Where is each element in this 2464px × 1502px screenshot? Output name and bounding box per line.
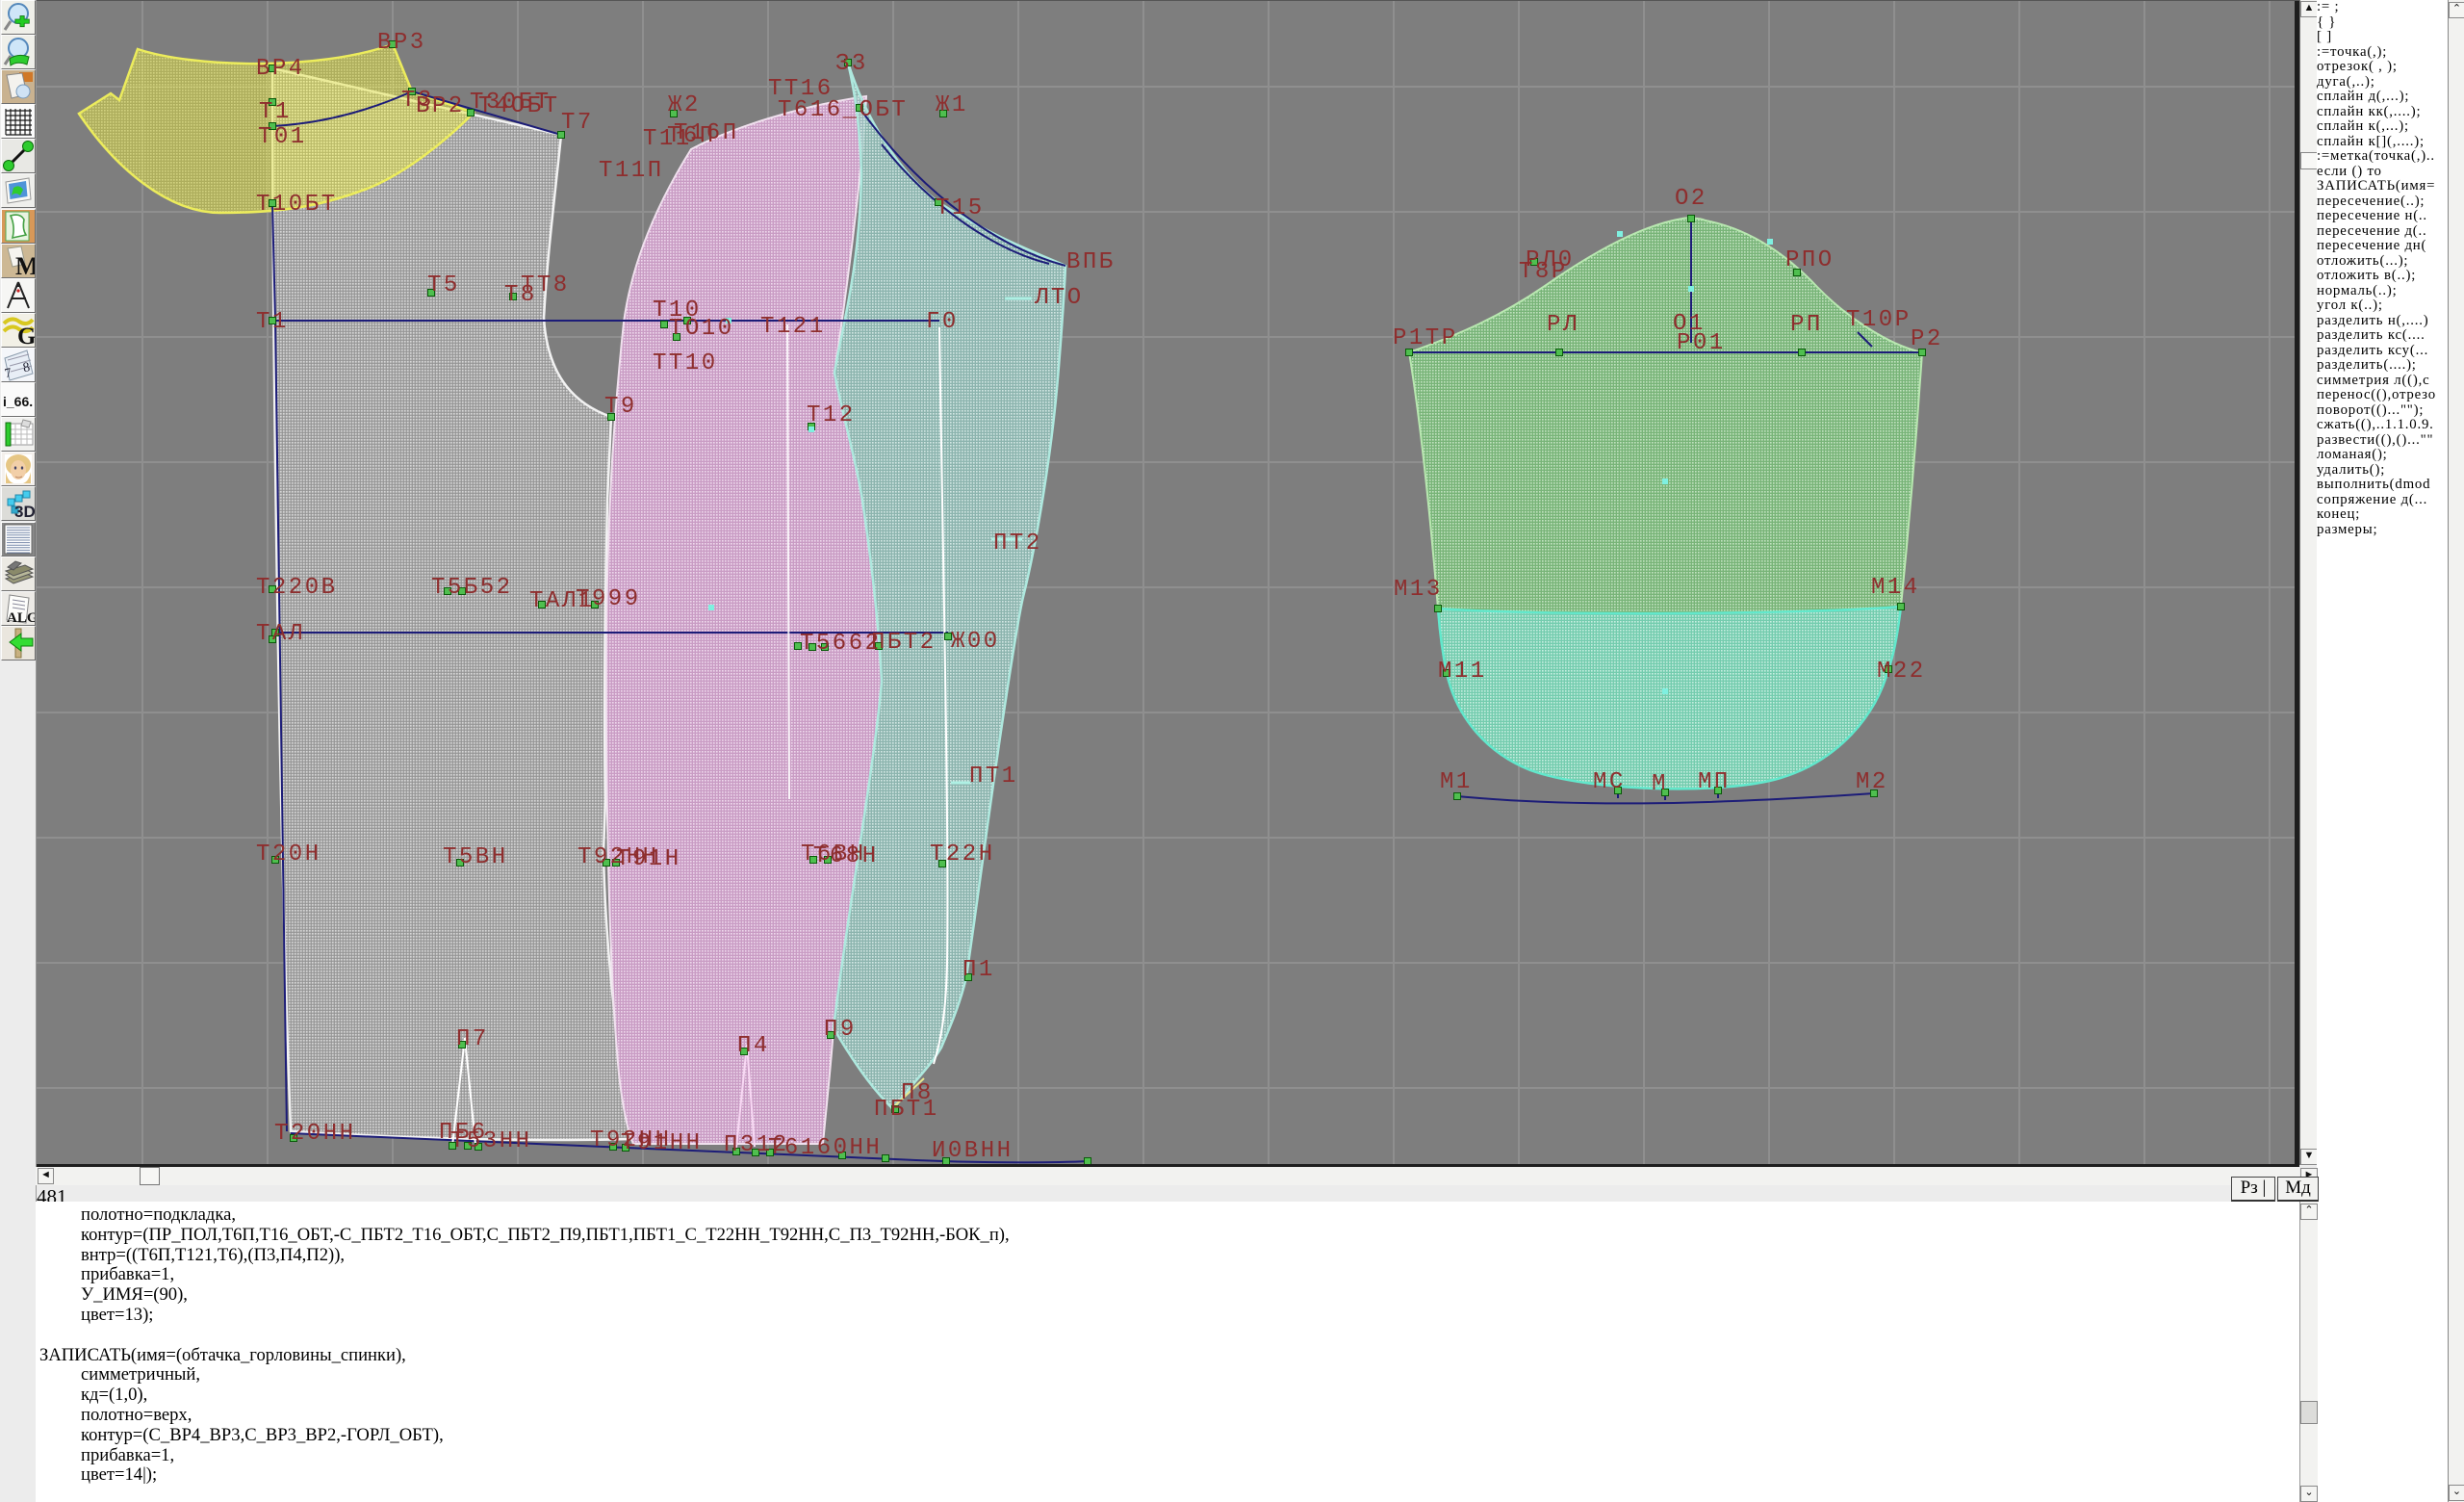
svg-text:Т1: Т1 xyxy=(259,99,292,125)
svg-text:РП: РП xyxy=(1790,312,1823,338)
svg-text:Т5Б52: Т5Б52 xyxy=(431,575,513,601)
svg-text:ТАЛ: ТАЛ xyxy=(256,621,305,647)
svg-text:Т01: Т01 xyxy=(258,124,307,150)
svg-text:Т220В: Т220В xyxy=(256,575,338,601)
svg-text:Т999: Т999 xyxy=(576,586,641,612)
svg-text:М1: М1 xyxy=(1440,769,1473,795)
svg-text:Т10БТ: Т10БТ xyxy=(256,192,338,218)
svg-text:З3: З3 xyxy=(835,51,868,77)
svg-text:Т121: Т121 xyxy=(760,314,826,340)
svg-text:Т20Н: Т20Н xyxy=(256,842,321,868)
svg-text:ТТ10: ТТ10 xyxy=(653,350,718,376)
svg-text:ВР2: ВР2 xyxy=(416,93,465,119)
svg-text:Т5ВН: Т5ВН xyxy=(443,844,508,870)
svg-text:M: M xyxy=(15,252,35,277)
svg-text:Р2: Р2 xyxy=(1911,326,1943,352)
svg-text:П9: П9 xyxy=(824,1017,857,1043)
svg-text:О2: О2 xyxy=(1675,186,1707,212)
svg-text:ТО10: ТО10 xyxy=(669,316,734,342)
svg-text:П1: П1 xyxy=(962,957,995,983)
svg-text:ПБТ2: ПБТ2 xyxy=(871,630,937,656)
svg-text:РПО: РПО xyxy=(1785,247,1835,273)
svg-text:Т1: Т1 xyxy=(256,309,289,335)
svg-text:Т91Н: Т91Н xyxy=(616,846,681,872)
svg-text:Р1ТР: Р1ТР xyxy=(1393,325,1458,351)
svg-text:Ж2: Ж2 xyxy=(668,92,701,118)
svg-text:И0ВНН: И0ВНН xyxy=(932,1138,1014,1164)
svg-text:М2: М2 xyxy=(1856,769,1888,795)
svg-text:Т10Р: Т10Р xyxy=(1846,307,1912,333)
svg-text:Т68Н: Т68Н xyxy=(813,843,879,869)
svg-text:ВПБ: ВПБ xyxy=(1066,249,1116,275)
svg-text:Ж00: Ж00 xyxy=(951,629,1000,655)
svg-text:Т91НН: Т91НН xyxy=(621,1130,703,1156)
svg-text:Т16П: Т16П xyxy=(674,120,739,146)
svg-text:Т6160НН: Т6160НН xyxy=(768,1135,882,1161)
svg-text:ВР4: ВР4 xyxy=(256,56,305,82)
svg-text:Т12: Т12 xyxy=(807,402,856,428)
svg-text:М: М xyxy=(1652,771,1668,797)
svg-text:ПТ2: ПТ2 xyxy=(993,531,1042,557)
svg-text:М11: М11 xyxy=(1438,659,1487,685)
svg-text:ПТ1: ПТ1 xyxy=(969,764,1018,790)
svg-text:Т4ОБТ: Т4ОБТ xyxy=(478,93,560,119)
svg-text:Т5662: Т5662 xyxy=(800,631,882,657)
svg-text:ТТ8: ТТ8 xyxy=(521,272,570,298)
svg-text:Т53НН: Т53НН xyxy=(450,1128,532,1154)
svg-text:ALG: ALG xyxy=(7,610,35,625)
svg-text:ПБТ1: ПБТ1 xyxy=(874,1097,939,1123)
svg-text:МП: МП xyxy=(1698,769,1731,795)
svg-text:3D: 3D xyxy=(14,503,35,520)
svg-text:Т7: Т7 xyxy=(561,110,594,136)
svg-text:Т22Н: Т22Н xyxy=(930,842,995,868)
svg-text:Т11П: Т11П xyxy=(599,158,664,184)
svg-text:М22: М22 xyxy=(1877,659,1926,685)
svg-text:Т15: Т15 xyxy=(936,195,985,221)
svg-text:М14: М14 xyxy=(1871,575,1920,601)
svg-text:МС: МС xyxy=(1593,769,1626,795)
svg-text:ВР3: ВР3 xyxy=(377,30,426,56)
svg-text:Р01: Р01 xyxy=(1677,330,1726,356)
svg-text:П4: П4 xyxy=(737,1033,770,1059)
svg-text:Т20НН: Т20НН xyxy=(274,1121,356,1147)
svg-text:Т5: Т5 xyxy=(427,272,460,298)
svg-text:Т8Р: Т8Р xyxy=(1519,259,1568,285)
svg-text:Ж1: Ж1 xyxy=(936,92,968,118)
svg-text:М13: М13 xyxy=(1394,577,1443,603)
svg-text:Г0: Г0 xyxy=(926,309,959,335)
svg-text:Т9: Т9 xyxy=(604,394,637,420)
svg-text:i_66.: i_66. xyxy=(3,394,33,409)
svg-text:Т616_ОБТ: Т616_ОБТ xyxy=(778,97,908,123)
svg-text:РЛ: РЛ xyxy=(1547,312,1579,338)
svg-text:П7: П7 xyxy=(456,1026,489,1052)
svg-text:G: G xyxy=(17,324,35,347)
svg-text:ЛТО: ЛТО xyxy=(1034,285,1084,311)
